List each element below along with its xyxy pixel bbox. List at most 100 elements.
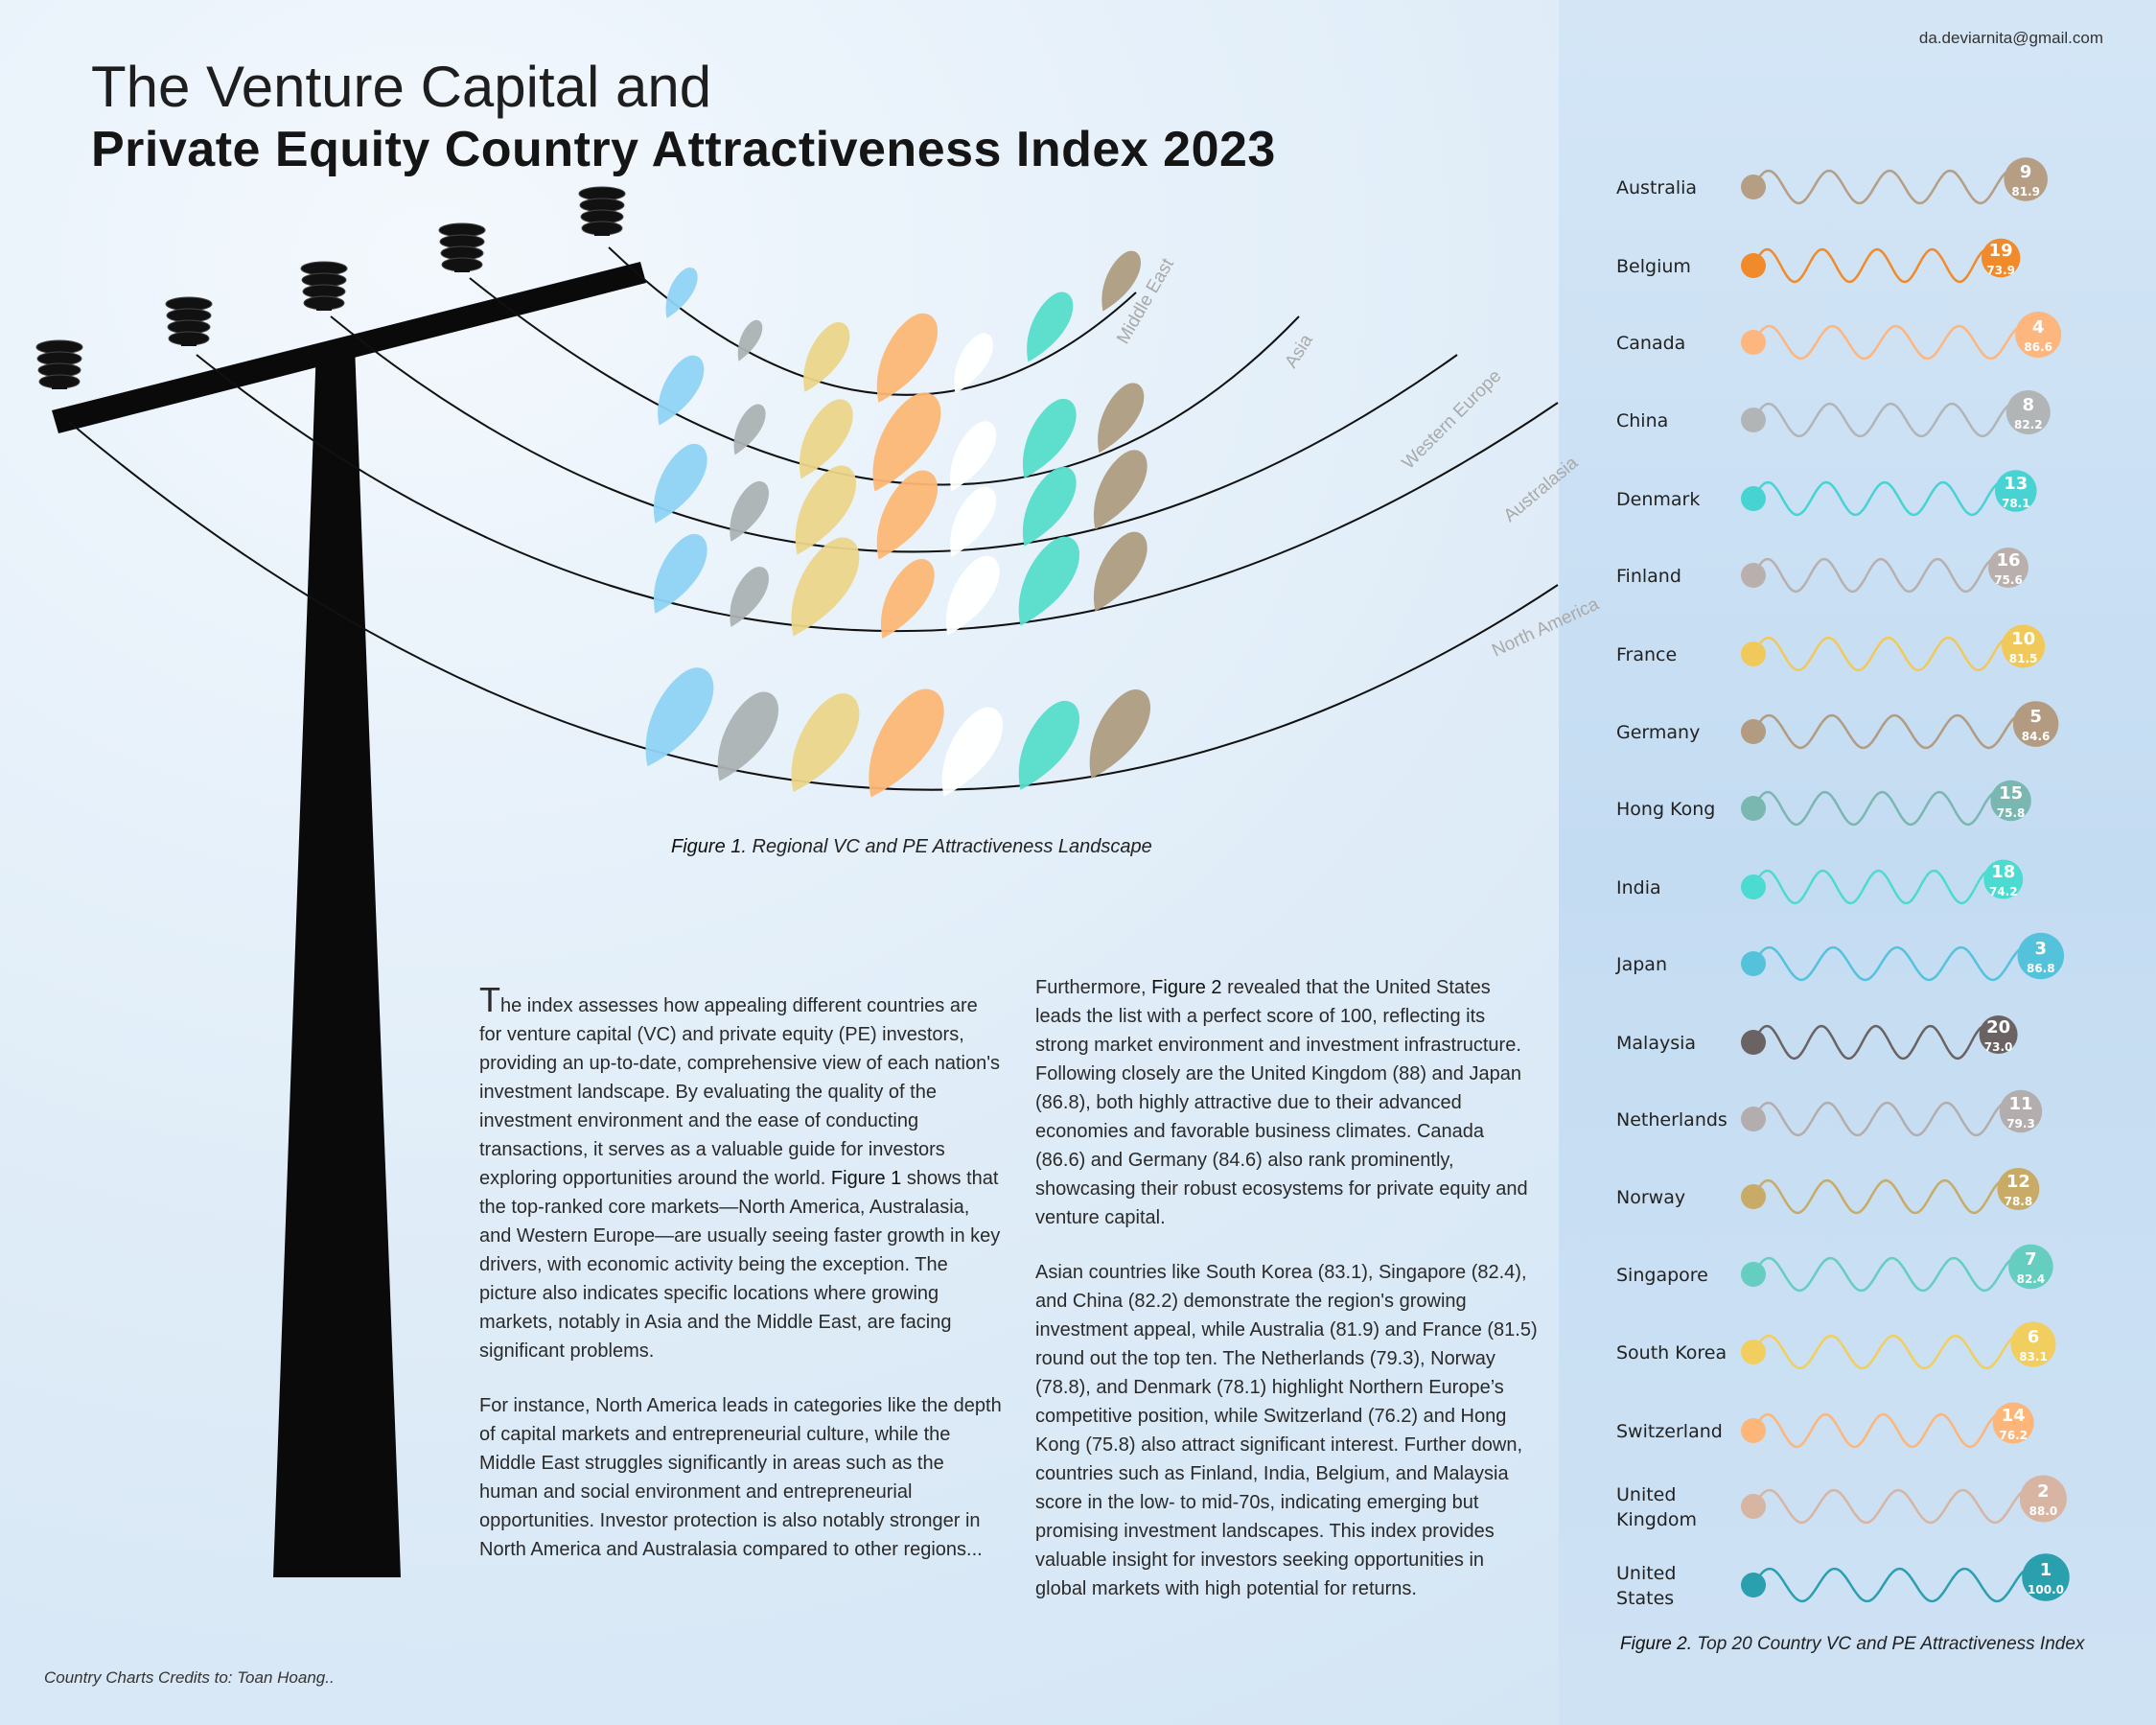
- rank-number: 6: [2028, 1327, 2040, 1347]
- country-row: India 18 74.2: [1616, 859, 2024, 905]
- country-row: Australia 9 81.9: [1616, 157, 2048, 205]
- start-dot: [1741, 1418, 1766, 1443]
- country-label: United: [1616, 1563, 1676, 1584]
- rank-number: 5: [2029, 707, 2042, 727]
- country-row: Germany 5 84.6: [1616, 701, 2059, 750]
- region-label: North America: [1489, 594, 1602, 661]
- rank-number: 16: [1996, 550, 2020, 571]
- country-row: France 10 81.5: [1616, 624, 2046, 672]
- insulator: [300, 261, 348, 311]
- country-row: Belgium 19 73.9: [1616, 238, 2021, 284]
- region-labels: Middle EastAsiaWestern EuropeAustralasia…: [1113, 254, 1602, 661]
- wave-line: [1751, 557, 2010, 594]
- region-drop: [1018, 700, 1080, 790]
- start-dot: [1741, 719, 1766, 744]
- region-drop: [950, 421, 997, 492]
- wave-line: [1751, 713, 2037, 750]
- wave-line: [1751, 1024, 2000, 1061]
- country-label: Canada: [1616, 333, 1685, 354]
- country-label: Singapore: [1616, 1265, 1708, 1286]
- figure2-caption: Figure 2. Top 20 Country VC and PE Attra…: [1620, 1634, 2084, 1655]
- region-drop: [1098, 383, 1145, 454]
- region-label: Australasia: [1500, 453, 1583, 526]
- pole-post: [273, 345, 401, 1577]
- region-drop: [945, 555, 1000, 636]
- wave-line: [1751, 1334, 2035, 1370]
- insulator: [438, 222, 486, 272]
- region-drops: [645, 250, 1151, 798]
- country-label: Denmark: [1616, 489, 1700, 510]
- region-drop: [876, 313, 939, 403]
- score-value: 100.0: [2028, 1583, 2064, 1597]
- wire: [196, 354, 1559, 632]
- region-label: Western Europe: [1399, 366, 1506, 474]
- start-dot: [1741, 486, 1766, 511]
- figure1-reference: Figure 1: [830, 1168, 902, 1189]
- wave-line: [1751, 1101, 2023, 1137]
- start-dot: [1741, 1107, 1766, 1131]
- region-drop: [1089, 688, 1151, 779]
- country-row: Canada 4 86.6: [1616, 312, 2062, 361]
- score-value: 81.5: [2009, 652, 2038, 665]
- region-drop: [1022, 466, 1077, 547]
- wave-line: [1751, 480, 2017, 517]
- wave-line: [1751, 324, 2040, 361]
- region-drop: [954, 333, 993, 394]
- start-dot: [1741, 1340, 1766, 1364]
- country-label: India: [1616, 877, 1661, 898]
- country-label: Australia: [1616, 177, 1697, 198]
- author-email[interactable]: da.deviarnita@gmail.com: [1919, 29, 2103, 48]
- body-column-right: Furthermore, Figure 2 revealed that the …: [1035, 973, 1539, 1629]
- rank-number: 7: [2025, 1249, 2037, 1270]
- start-dot: [1741, 330, 1766, 355]
- region-drop: [645, 667, 714, 767]
- country-row: Netherlands 11 79.3: [1616, 1089, 2043, 1137]
- start-dot: [1741, 563, 1766, 588]
- region-drop: [717, 691, 779, 781]
- rank-number: 12: [2006, 1172, 2030, 1192]
- credits-note: Country Charts Credits to: Toan Hoang..: [44, 1668, 335, 1687]
- score-value: 82.2: [2014, 418, 2043, 431]
- country-label: Norway: [1616, 1187, 1685, 1208]
- region-drop: [730, 566, 769, 627]
- country-label: Belgium: [1616, 256, 1691, 277]
- rank-number: 8: [2023, 395, 2035, 415]
- drop-cap: T: [479, 980, 500, 1019]
- region-drop: [653, 533, 707, 614]
- figure1-caption: Figure 1. Regional VC and PE Attractiven…: [671, 836, 1152, 858]
- country-row: Norway 12 78.8: [1616, 1168, 2040, 1215]
- country-label: Switzerland: [1616, 1421, 1723, 1442]
- score-value: 74.2: [1989, 885, 2018, 898]
- country-label: Japan: [1615, 954, 1667, 975]
- country-label: South Korea: [1616, 1342, 1727, 1364]
- start-dot: [1741, 796, 1766, 821]
- page-title-line1: The Venture Capital and: [91, 55, 712, 119]
- country-label: Malaysia: [1616, 1033, 1696, 1054]
- wave-line: [1751, 402, 2029, 438]
- country-label: Netherlands: [1616, 1109, 1727, 1131]
- rank-number: 15: [1999, 783, 2023, 804]
- region-drop: [950, 486, 997, 557]
- country-row: Denmark 13 78.1: [1616, 470, 2037, 517]
- figure1-caption-label: Figure 1.: [671, 836, 747, 857]
- start-dot: [1741, 253, 1766, 278]
- start-dot: [1741, 1030, 1766, 1055]
- region-drop: [803, 321, 850, 392]
- rank-number: 4: [2032, 317, 2045, 338]
- figure2-caption-label: Figure 2.: [1620, 1634, 1692, 1654]
- insulator: [165, 296, 213, 346]
- region-drop: [665, 268, 698, 319]
- country-row: United States 1 100.0: [1616, 1553, 2070, 1609]
- page-title-line2: Private Equity Country Attractiveness In…: [91, 122, 1276, 177]
- score-value: 88.0: [2029, 1504, 2058, 1518]
- wave-line: [1751, 1567, 2048, 1603]
- body-paragraph: For instance, North America leads in cat…: [479, 1395, 1002, 1560]
- country-label: France: [1616, 644, 1677, 665]
- region-drop: [653, 443, 707, 524]
- region-drop: [1027, 291, 1074, 362]
- body-paragraph: Asian countries like South Korea (83.1),…: [1035, 1262, 1538, 1599]
- score-value: 86.8: [2027, 962, 2055, 975]
- region-label: Asia: [1281, 331, 1317, 372]
- rank-number: 13: [2004, 474, 2028, 494]
- country-row: United Kingdom 2 88.0: [1616, 1475, 2067, 1530]
